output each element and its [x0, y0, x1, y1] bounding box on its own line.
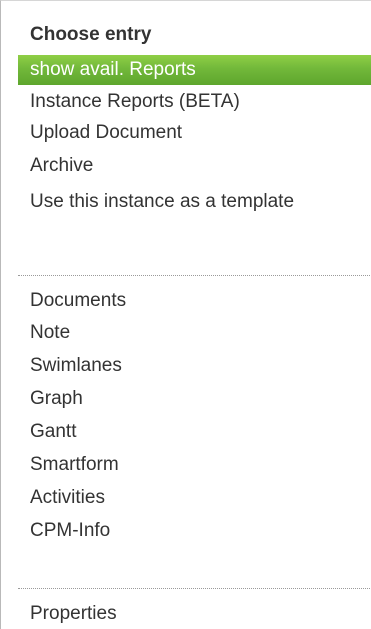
menu-item-graph[interactable]: Graph — [18, 384, 371, 414]
menu-item-cpm-info[interactable]: CPM-Info — [18, 516, 371, 546]
menu-item-documents[interactable]: Documents — [18, 286, 371, 316]
menu-item-show-avail-reports[interactable]: show avail. Reports — [18, 55, 371, 85]
menu-separator — [18, 588, 371, 589]
menu-item-activities[interactable]: Activities — [18, 483, 371, 513]
menu-item-archive[interactable]: Archive — [18, 151, 371, 181]
menu-item-use-as-template[interactable]: Use this instance as a template — [18, 187, 318, 243]
menu-item-gantt[interactable]: Gantt — [18, 417, 371, 447]
menu-item-instance-reports[interactable]: Instance Reports (BETA) — [18, 87, 371, 117]
menu-item-swimlanes[interactable]: Swimlanes — [18, 351, 371, 381]
menu-header: Choose entry — [30, 24, 152, 45]
menu-separator — [18, 275, 371, 276]
menu-item-note[interactable]: Note — [18, 318, 371, 348]
context-menu: Choose entry show avail. Reports Instanc… — [0, 0, 371, 629]
menu-item-properties[interactable]: Properties — [18, 599, 371, 629]
menu-item-smartform[interactable]: Smartform — [18, 450, 371, 480]
menu-item-upload-document[interactable]: Upload Document — [18, 118, 371, 148]
